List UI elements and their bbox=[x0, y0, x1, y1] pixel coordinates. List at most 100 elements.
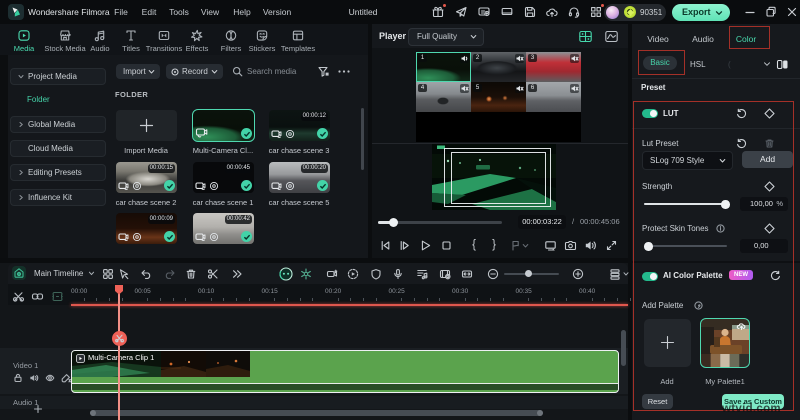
menu-edit[interactable]: Edit bbox=[142, 0, 157, 24]
sidebar-item-project-media[interactable]: Project Media bbox=[10, 68, 106, 85]
export-button[interactable]: Export bbox=[672, 4, 730, 21]
shield-icon[interactable] bbox=[370, 268, 382, 280]
undo-icon[interactable] bbox=[140, 268, 152, 280]
marker-caret-icon[interactable] bbox=[522, 239, 529, 251]
media-item-scene3[interactable]: 00:00:12 bbox=[269, 110, 330, 141]
restore-button[interactable] bbox=[763, 4, 779, 20]
multicam-cell-1[interactable]: 1 bbox=[416, 52, 471, 82]
mirror-screen-button[interactable] bbox=[544, 239, 556, 251]
timeline-selector[interactable]: Main Timeline bbox=[34, 263, 83, 284]
media-item-scene1[interactable]: 00:00:45 bbox=[193, 162, 254, 193]
track-mute-icon[interactable] bbox=[29, 373, 39, 383]
track-height-caret[interactable] bbox=[623, 271, 629, 277]
search-input[interactable]: Search media bbox=[247, 64, 296, 79]
device-icon[interactable] bbox=[500, 5, 514, 19]
headset-icon[interactable] bbox=[567, 5, 581, 19]
sidebar-item-folder[interactable]: Folder bbox=[27, 93, 97, 107]
multicam-cell-6[interactable]: 6 bbox=[526, 82, 581, 112]
ai-copilot-icon[interactable] bbox=[280, 268, 292, 280]
split-icon[interactable] bbox=[207, 268, 219, 280]
cloud-upload-icon[interactable] bbox=[545, 5, 559, 19]
multicam-cell-2[interactable]: 2 bbox=[471, 52, 526, 82]
subtitles-icon[interactable] bbox=[416, 268, 428, 280]
filter-icon[interactable] bbox=[317, 65, 330, 78]
apps-grid-icon[interactable] bbox=[589, 5, 603, 19]
track-height-icon[interactable] bbox=[609, 268, 621, 280]
auto-split-icon[interactable] bbox=[12, 290, 25, 303]
fullscreen-button[interactable] bbox=[605, 239, 617, 251]
seek-handle[interactable] bbox=[389, 218, 398, 227]
multicam-cell-4[interactable]: 4 bbox=[416, 82, 471, 112]
multicam-cell-5[interactable]: 5 bbox=[471, 82, 526, 112]
sidebar-item-influence-kit[interactable]: Influence Kit bbox=[10, 189, 106, 206]
compare-view-icon[interactable] bbox=[776, 58, 789, 71]
menu-version[interactable]: Version bbox=[263, 0, 291, 24]
media-item-7[interactable]: 00:00:09 bbox=[116, 213, 177, 244]
more-options-icon[interactable] bbox=[337, 65, 351, 78]
multicam-cell-3[interactable]: 3 bbox=[526, 52, 581, 82]
minimize-button[interactable] bbox=[742, 4, 758, 20]
feedback-icon[interactable] bbox=[477, 5, 491, 19]
render-preview-icon[interactable] bbox=[439, 268, 451, 280]
account-pill[interactable]: 90351 bbox=[604, 4, 666, 21]
volume-button[interactable] bbox=[584, 239, 596, 251]
import-button[interactable]: Import bbox=[116, 64, 160, 79]
marker-button[interactable] bbox=[509, 239, 521, 251]
track-lock-icon[interactable] bbox=[13, 373, 23, 383]
menu-help[interactable]: Help bbox=[233, 0, 250, 24]
playhead-line[interactable] bbox=[118, 285, 120, 420]
ai-enhance-icon[interactable] bbox=[300, 268, 312, 280]
subtab-hsl[interactable]: HSL bbox=[690, 57, 706, 72]
delete-icon[interactable] bbox=[185, 268, 197, 280]
timeline-h-scrollbar[interactable] bbox=[90, 410, 543, 416]
subtabs-caret-icon[interactable] bbox=[763, 60, 771, 68]
menu-file[interactable]: File bbox=[114, 0, 128, 24]
previous-frame-button[interactable] bbox=[379, 239, 391, 251]
track-hide-icon[interactable] bbox=[45, 373, 55, 383]
quality-dropdown[interactable]: Full Quality bbox=[408, 28, 484, 46]
auto-ripple-icon[interactable] bbox=[461, 268, 473, 280]
sidebar-item-global-media[interactable]: Global Media bbox=[10, 116, 106, 133]
voiceover-icon[interactable] bbox=[392, 268, 404, 280]
snapshot-button[interactable] bbox=[564, 239, 576, 251]
menu-tools[interactable]: Tools bbox=[169, 0, 189, 24]
zoom-slider-handle[interactable] bbox=[525, 270, 532, 277]
playhead-head[interactable] bbox=[114, 284, 124, 295]
media-scrollbar[interactable] bbox=[361, 108, 364, 170]
timeline-selector-caret[interactable] bbox=[88, 270, 95, 277]
tab-templates[interactable]: Templates bbox=[269, 24, 327, 55]
avatar[interactable] bbox=[606, 6, 619, 19]
media-item-multicam[interactable] bbox=[193, 110, 254, 141]
timeline-v-scrollbar[interactable] bbox=[621, 330, 626, 366]
zoom-in-icon[interactable] bbox=[572, 268, 584, 280]
multicam-view-button[interactable] bbox=[578, 29, 593, 44]
play-button[interactable] bbox=[419, 239, 431, 251]
zoom-out-icon[interactable] bbox=[487, 268, 499, 280]
playhead-scissors-handle[interactable] bbox=[112, 331, 127, 346]
layout-grid-icon[interactable] bbox=[102, 268, 114, 280]
redo-icon[interactable] bbox=[164, 268, 176, 280]
timeline-clip[interactable]: Multi-Camera Clip 1 bbox=[71, 350, 619, 393]
sidebar-item-cloud-media[interactable]: Cloud Media bbox=[10, 140, 106, 157]
send-icon[interactable] bbox=[454, 5, 468, 19]
next-frame-button[interactable] bbox=[398, 239, 410, 251]
media-item-scene2[interactable]: 00:00:15 bbox=[116, 162, 177, 193]
add-track-icon[interactable] bbox=[33, 404, 43, 414]
track-effects-off-icon[interactable] bbox=[61, 373, 71, 383]
record-button[interactable]: Record bbox=[166, 64, 223, 79]
scopes-button[interactable] bbox=[604, 29, 619, 44]
select-tool-icon[interactable] bbox=[118, 268, 130, 280]
track-manager-icon[interactable] bbox=[51, 290, 64, 303]
close-button[interactable] bbox=[784, 4, 800, 20]
tab-audio[interactable]: Audio bbox=[692, 24, 714, 54]
media-item-8[interactable]: 00:00:42 bbox=[193, 213, 254, 244]
media-item-import[interactable] bbox=[116, 110, 177, 141]
mark-out-button[interactable]: } bbox=[488, 239, 500, 251]
camera-track-icon[interactable] bbox=[326, 268, 338, 280]
save-icon[interactable] bbox=[523, 5, 537, 19]
sidebar-item-editing-presets[interactable]: Editing Presets bbox=[10, 164, 106, 181]
timeline-ruler[interactable]: 00:0000:0500:1000:1500:2000:2500:3000:35… bbox=[8, 284, 628, 305]
media-item-scene5[interactable]: 00:00:20 bbox=[269, 162, 330, 193]
stop-button[interactable] bbox=[440, 239, 452, 251]
transform-inner-handle[interactable] bbox=[451, 152, 546, 204]
